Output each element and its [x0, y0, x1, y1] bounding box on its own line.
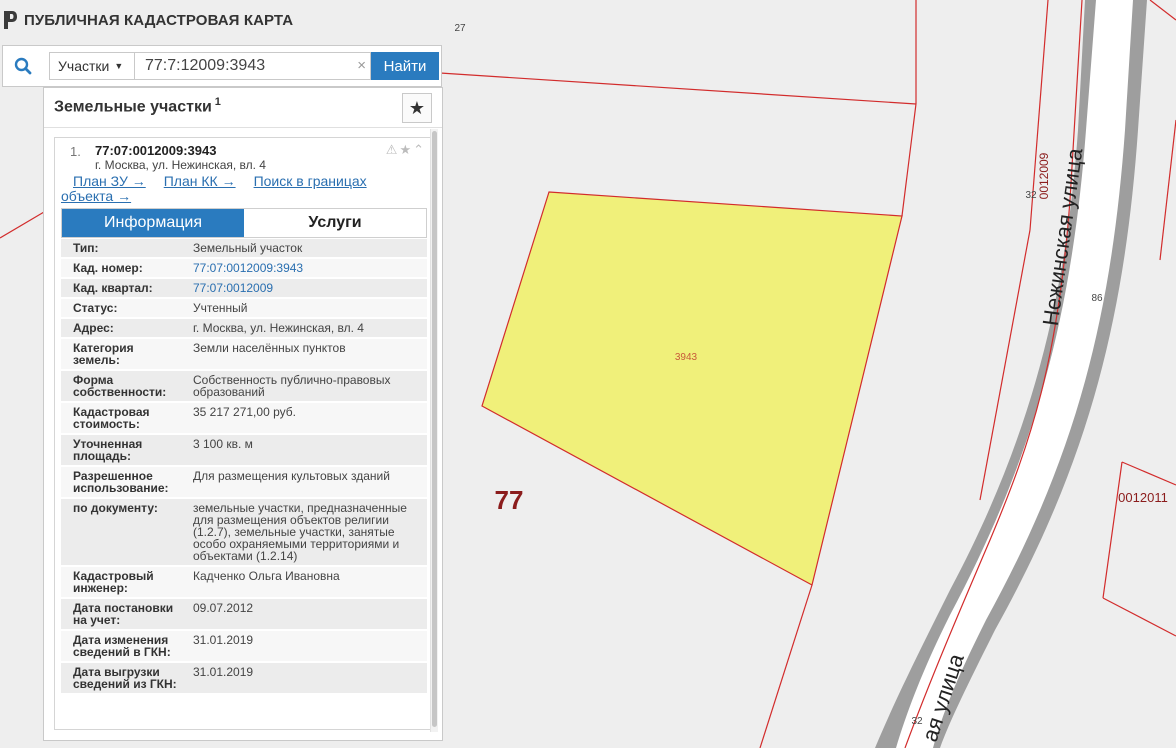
property-value: 31.01.2019 — [193, 665, 254, 679]
quarter-se-label: 0012011 — [1118, 490, 1168, 505]
property-key: Уточненная площадь: — [73, 437, 143, 463]
tab-services[interactable]: Услуги — [244, 209, 426, 237]
find-button[interactable]: Найти — [371, 52, 439, 80]
property-key: Дата изменения сведений в ГКН: — [73, 633, 171, 659]
result-index: 1. — [70, 144, 81, 159]
property-key: Кадастровая стоимость: — [73, 405, 150, 431]
label-86: 86 — [1091, 293, 1103, 304]
property-key: Кад. квартал: — [73, 281, 153, 295]
app-header: ПУБЛИЧНАЯ КАДАСТРОВАЯ КАРТА — [0, 0, 293, 40]
property-key: Кадастровый инженер: — [73, 569, 154, 595]
plan-zu-link[interactable]: План ЗУ → — [73, 173, 146, 189]
property-key: Дата выгрузки сведений из ГКН: — [73, 665, 177, 691]
results-panel: Земельные участки 1 ★ 1. 77:07:0012009:39… — [43, 87, 443, 741]
property-row: Адрес: г. Москва, ул. Нежинская, вл. 4 — [61, 319, 427, 339]
search-input[interactable]: 77:7:12009:3943 × — [135, 52, 371, 80]
property-value: Для размещения культовых зданий — [193, 469, 390, 483]
property-value: 35 217 271,00 руб. — [193, 405, 296, 419]
property-value: Земельный участок — [193, 241, 303, 255]
property-row: Тип: Земельный участок — [61, 239, 427, 259]
result-actions: ⚠★⌃ — [386, 142, 426, 158]
result-cad-number[interactable]: 77:07:0012009:3943 — [95, 143, 216, 158]
star-icon: ★ — [408, 97, 426, 118]
property-key: Разрешенное использование: — [73, 469, 169, 495]
panel-title-text: Земельные участки — [54, 98, 212, 116]
property-key: Кад. номер: — [73, 261, 143, 275]
property-key: по документу: — [73, 501, 158, 515]
quarter-east-label: 0012009 — [1037, 152, 1051, 199]
clear-icon[interactable]: × — [357, 57, 366, 74]
label-27: 27 — [454, 23, 466, 34]
search-query-value: 77:7:12009:3943 — [145, 57, 266, 74]
search-icon[interactable] — [3, 46, 43, 86]
result-tabs: Информация Услуги — [61, 208, 427, 238]
properties-table: Тип: Земельный участок Кад. номер: 77:07:0… — [61, 239, 427, 695]
property-row: Статус: Учтенный — [61, 299, 427, 319]
property-value: г. Москва, ул. Нежинская, вл. 4 — [193, 321, 364, 335]
warning-icon[interactable]: ⚠ — [386, 142, 400, 157]
results-count: 1 — [214, 96, 221, 108]
property-row: Кад. квартал: 77:07:0012009 — [61, 279, 427, 299]
property-value: Земли населённых пунктов — [193, 341, 346, 355]
panel-header: Земельные участки 1 ★ — [44, 88, 442, 128]
property-value: 09.07.2012 — [193, 601, 254, 615]
result-links: План ЗУ → План КК → Поиск в границах объек… — [61, 174, 421, 204]
property-value: 3 100 кв. м — [193, 437, 253, 451]
rosreestr-logo-icon — [4, 11, 17, 29]
property-value: Собственность публично-правовых образова… — [193, 373, 391, 399]
property-row: Категория земель: Земли населённых пункто… — [61, 339, 427, 371]
property-row: Дата постановки на учет: 09.07.2012 — [61, 599, 427, 631]
district-label: 77 — [495, 485, 524, 515]
property-row: Уточненная площадь: 3 100 кв. м — [61, 435, 427, 467]
property-key: Категория земель: — [73, 341, 134, 367]
property-value: Кадченко Ольга Ивановна — [193, 569, 340, 583]
result-card: 1. 77:07:0012009:3943 г. Москва, ул. Неж… — [54, 137, 433, 730]
property-row: Форма собственности: Собственность публич… — [61, 371, 427, 403]
property-row: Разрешенное использование: Для размещения… — [61, 467, 427, 499]
property-value-link[interactable]: 77:07:0012009 — [181, 279, 427, 297]
result-address: г. Москва, ул. Нежинская, вл. 4 — [95, 158, 266, 172]
property-value: земельные участки, предназначенные для р… — [193, 501, 407, 563]
search-bar: Участки ▼ 77:7:12009:3943 × Найти — [2, 45, 442, 87]
property-row: Кад. номер: 77:07:0012009:3943 — [61, 259, 427, 279]
star-outline-icon[interactable]: ★ — [399, 142, 413, 157]
label-32-bottom: 32 — [911, 716, 923, 727]
search-type-select[interactable]: Участки ▼ — [49, 52, 135, 80]
favorites-button[interactable]: ★ — [402, 93, 432, 123]
property-value-link[interactable]: 77:07:0012009:3943 — [181, 259, 427, 277]
property-row: по документу: земельные участки, предназн… — [61, 499, 427, 567]
chevron-up-icon[interactable]: ⌃ — [413, 142, 426, 157]
property-key: Статус: — [73, 301, 118, 315]
plan-kk-link[interactable]: План КК → — [164, 173, 236, 189]
property-row: Кадастровая стоимость: 35 217 271,00 руб. — [61, 403, 427, 435]
search-type-label: Участки — [58, 58, 110, 74]
property-value: 31.01.2019 — [193, 633, 254, 647]
chevron-down-icon: ▼ — [114, 61, 124, 71]
panel-title: Земельные участки 1 — [54, 96, 221, 116]
property-value: Учтенный — [193, 301, 248, 315]
app-title: ПУБЛИЧНАЯ КАДАСТРОВАЯ КАРТА — [24, 11, 294, 29]
property-row: Дата изменения сведений в ГКН: 31.01.2019 — [61, 631, 427, 663]
parcel-number-label: 3943 — [675, 352, 698, 363]
property-key: Дата постановки на учет: — [73, 601, 174, 627]
property-row: Кадастровый инженер: Кадченко Ольга Ивано… — [61, 567, 427, 599]
tab-info[interactable]: Информация — [62, 209, 244, 237]
property-key: Тип: — [73, 241, 99, 255]
panel-scrollbar[interactable] — [430, 129, 438, 732]
property-key: Форма собственности: — [73, 373, 167, 399]
label-32-top: 32 — [1025, 190, 1037, 201]
property-row: Дата выгрузки сведений из ГКН: 31.01.2019 — [61, 663, 427, 695]
property-key: Адрес: — [73, 321, 114, 335]
scrollbar-thumb[interactable] — [432, 131, 437, 727]
